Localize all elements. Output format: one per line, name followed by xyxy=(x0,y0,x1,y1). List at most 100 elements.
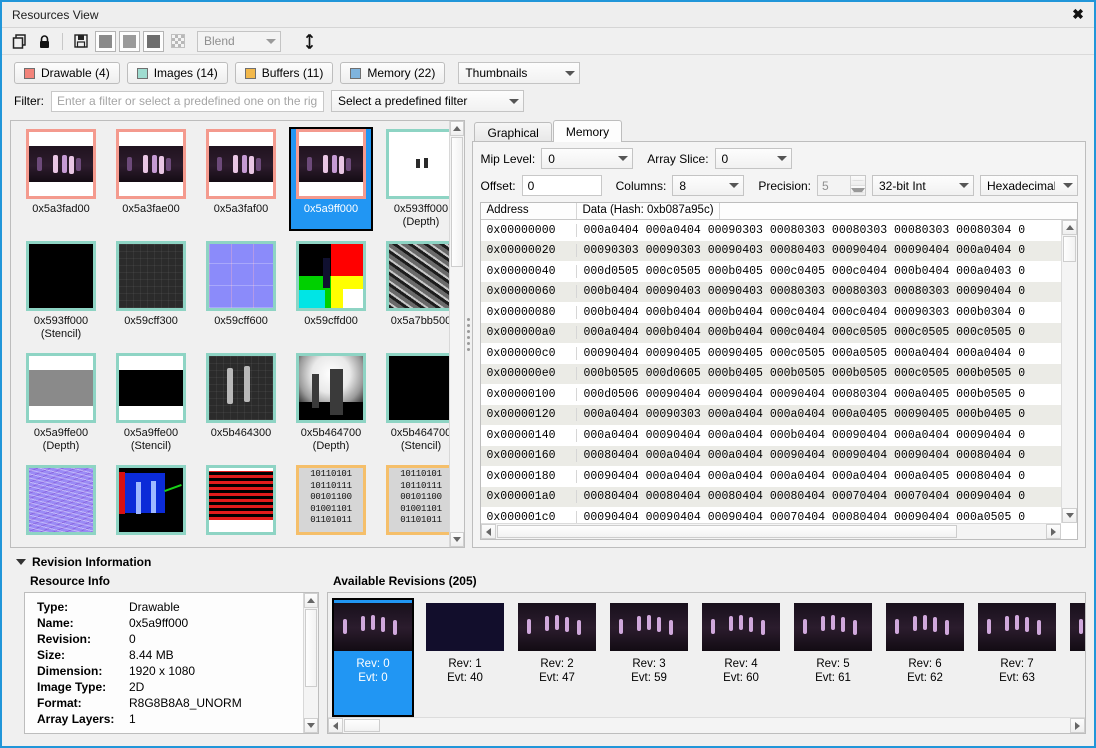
memory-scroll-right-button[interactable] xyxy=(1046,524,1061,539)
resource-thumbnail[interactable]: 0x5b464700 (Depth) xyxy=(291,353,371,453)
resource-thumbnail-image xyxy=(296,129,366,199)
memory-scroll-up-button[interactable] xyxy=(1062,220,1077,235)
save-icon[interactable] xyxy=(70,31,92,52)
chevron-down-icon xyxy=(266,38,276,44)
memory-table-row[interactable]: 0x00000120 000a0404 00090303 000a0404 000… xyxy=(481,404,1061,425)
memory-table-row[interactable]: 0x000000e0 000b0505 000d0605 000b0405 000… xyxy=(481,363,1061,384)
resource-thumbnail[interactable] xyxy=(201,465,281,539)
view-mode-combo[interactable]: Thumbnails xyxy=(458,62,581,84)
memory-table-row[interactable]: 0x00000040 000d0505 000c0505 000b0405 000… xyxy=(481,261,1061,282)
scroll-down-button[interactable] xyxy=(449,532,464,547)
memory-table-row[interactable]: 0x00000140 000a0404 00090404 000a0404 000… xyxy=(481,425,1061,446)
thumbnail-vertical-scrollbar[interactable] xyxy=(448,121,464,547)
channel-b-swatch[interactable] xyxy=(143,30,164,52)
tab-memory[interactable]: Memory xyxy=(552,120,623,142)
resource-thumbnail[interactable]: 0x593ff000 (Stencil) xyxy=(21,241,101,341)
number-format-combo[interactable]: Hexadecimal xyxy=(980,175,1078,196)
resource-info-scrollbar[interactable] xyxy=(303,593,318,733)
memory-table-row[interactable]: 0x00000000 000a0404 000a0404 00090303 000… xyxy=(481,220,1061,241)
precision-stepper[interactable] xyxy=(817,175,866,196)
revision-item[interactable]: Rev: 3 Evt: 59 xyxy=(610,600,688,715)
mip-level-combo[interactable]: 0 xyxy=(541,148,634,169)
memory-table-row[interactable]: 0x000000c0 00090404 00090405 00090405 000… xyxy=(481,343,1061,364)
resource-thumbnail[interactable]: 0x5b464300 xyxy=(201,353,281,453)
revision-item[interactable]: Rev: 6 Evt: 62 xyxy=(886,600,964,715)
offset-input[interactable] xyxy=(521,175,602,196)
resource-thumbnail[interactable]: 0x5a3faf00 xyxy=(201,129,281,229)
memory-table-row[interactable]: 0x00000080 000b0404 000b0404 000b0404 000… xyxy=(481,302,1061,323)
resource-info-row: Type: Drawable xyxy=(37,599,318,615)
memory-hscroll-thumb[interactable] xyxy=(497,525,958,538)
lock-icon[interactable] xyxy=(33,31,55,52)
memory-scroll-left-button[interactable] xyxy=(481,524,497,539)
memory-row-address: 0x000000c0 xyxy=(481,346,578,360)
revision-item[interactable]: Rev: 5 Evt: 61 xyxy=(794,600,872,715)
revision-item[interactable]: Rev: 2 Evt: 47 xyxy=(518,600,596,715)
revision-item[interactable]: Rev: 1 Evt: 40 xyxy=(426,600,504,715)
resource-type-buffers[interactable]: Buffers (11) xyxy=(234,62,334,84)
revisions-scroll-left-button[interactable] xyxy=(328,718,343,733)
memory-table-row[interactable]: 0x000000a0 000a0404 000b0404 000b0404 000… xyxy=(481,322,1061,343)
revision-item[interactable]: Rev: 0 Evt: 0 xyxy=(332,598,414,717)
array-slice-combo[interactable]: 0 xyxy=(714,148,792,169)
resource-thumbnail[interactable]: 0x5a3fae00 xyxy=(111,129,191,229)
memory-vertical-scrollbar[interactable] xyxy=(1061,220,1077,523)
memory-horizontal-scrollbar[interactable] xyxy=(481,523,1061,539)
alpha-checker-icon[interactable] xyxy=(167,31,188,52)
resource-type-memory[interactable]: Memory (22) xyxy=(340,62,446,84)
revisions-horizontal-scrollbar[interactable] xyxy=(328,717,1085,733)
resource-thumbnail[interactable] xyxy=(21,465,101,539)
resource-thumbnail[interactable] xyxy=(111,465,191,539)
precision-decrement-button[interactable] xyxy=(851,186,865,195)
resource-thumbnail[interactable]: 0x59cff300 xyxy=(111,241,191,341)
memory-row-data: 000b0404 000b0404 000b0404 000c0404 000c… xyxy=(583,305,1026,319)
revision-information-header[interactable]: Revision Information xyxy=(10,552,1086,571)
resource-thumbnail-image xyxy=(116,465,186,535)
memory-table-row[interactable]: 0x00000160 00080404 000a0404 000a0404 000… xyxy=(481,445,1061,466)
memory-table-row[interactable]: 0x00000020 00090303 00090303 00090403 000… xyxy=(481,240,1061,261)
blend-mode-combo[interactable]: Blend xyxy=(197,30,281,52)
data-type-combo[interactable]: 32-bit Int xyxy=(872,175,974,196)
revision-item-label: Rev: 7 Evt: 63 xyxy=(999,658,1035,684)
close-icon[interactable]: ✖ xyxy=(1068,5,1088,25)
info-scroll-up-button[interactable] xyxy=(304,593,318,608)
info-scroll-down-button[interactable] xyxy=(304,718,318,733)
resource-type-drawable[interactable]: Drawable (4) xyxy=(14,62,120,84)
precision-increment-button[interactable] xyxy=(851,176,865,186)
columns-combo[interactable]: 8 xyxy=(672,175,745,196)
scroll-thumb[interactable] xyxy=(450,137,463,267)
resource-thumbnail[interactable]: 0x59cffd00 xyxy=(291,241,371,341)
memory-table-row[interactable]: 0x00000100 000d0506 00090404 00090404 000… xyxy=(481,384,1061,405)
revision-item[interactable]: Rev: 7 Evt: 63 xyxy=(978,600,1056,715)
revisions-hscroll-thumb[interactable] xyxy=(344,719,380,732)
memory-table-row[interactable]: 0x00000180 00090404 000a0404 000a0404 000… xyxy=(481,466,1061,487)
memory-table-row[interactable]: 0x000001c0 00090404 00090404 00090404 000… xyxy=(481,507,1061,523)
resource-info-row: Dimension: 1920 x 1080 xyxy=(37,663,318,679)
resource-thumbnail[interactable]: 0x5a9ffe00 (Depth) xyxy=(21,353,101,453)
tab-graphical[interactable]: Graphical xyxy=(474,122,552,142)
filter-input[interactable] xyxy=(51,90,324,112)
resource-thumbnail[interactable]: 0x5a9ffe00 (Stencil) xyxy=(111,353,191,453)
memory-table-row[interactable]: 0x000001a0 00080404 00080404 00080404 000… xyxy=(481,486,1061,507)
resource-thumbnail[interactable]: 10110101 10110111 00101100 01001101 0110… xyxy=(291,465,371,539)
predefined-filter-combo[interactable]: Select a predefined filter xyxy=(331,90,524,112)
resource-type-images[interactable]: Images (14) xyxy=(126,62,228,84)
memory-scroll-down-button[interactable] xyxy=(1062,508,1077,523)
resource-thumbnail[interactable]: 0x5a9ff000 xyxy=(289,127,373,231)
precision-input[interactable] xyxy=(818,176,850,195)
revision-item[interactable]: Rev: 4 Evt: 60 xyxy=(702,600,780,715)
resource-thumbnail[interactable]: 0x5a3fad00 xyxy=(21,129,101,229)
info-scroll-thumb[interactable] xyxy=(305,609,317,687)
channel-r-swatch[interactable] xyxy=(95,30,116,52)
resource-thumbnail[interactable]: 0x59cff600 xyxy=(201,241,281,341)
copy-icon[interactable] xyxy=(8,31,30,52)
resource-info-value: 0x5a9ff000 xyxy=(129,616,189,630)
memory-scroll-thumb[interactable] xyxy=(1063,236,1076,262)
channel-g-swatch[interactable] xyxy=(119,30,140,52)
revision-item[interactable]: Rev: 8 Evt: 64 xyxy=(1070,600,1085,715)
pane-splitter-handle[interactable] xyxy=(465,120,473,548)
scroll-up-button[interactable] xyxy=(449,121,464,136)
flip-vertical-icon[interactable] xyxy=(298,31,320,52)
revisions-scroll-right-button[interactable] xyxy=(1070,718,1085,733)
memory-table-row[interactable]: 0x00000060 000b0404 00090403 00090403 000… xyxy=(481,281,1061,302)
